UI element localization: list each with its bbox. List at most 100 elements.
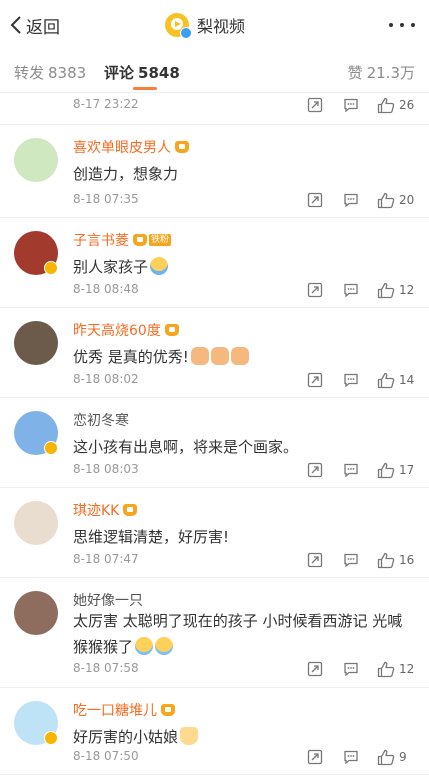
tab-comments[interactable]: 评论 5848	[104, 62, 180, 83]
comment-text-content: 别人家孩子	[73, 258, 149, 276]
vip-crown-icon	[133, 234, 147, 246]
thumbs-up-icon	[377, 282, 395, 298]
comment-time: 8-18 07:58	[73, 661, 139, 675]
share-icon	[307, 552, 323, 568]
comment-text-content: 创造力，想象力	[73, 165, 179, 183]
like-count: 17	[399, 463, 415, 477]
like-count: 14	[399, 373, 415, 387]
thumbs-up-icon	[377, 552, 395, 568]
share-button[interactable]	[307, 659, 323, 679]
comment-text-content: 好厉害的小姑娘	[73, 728, 179, 746]
verified-badge-icon	[44, 731, 58, 745]
comment-author[interactable]: 昨天高烧60度	[73, 320, 179, 340]
like-count: 16	[399, 553, 415, 567]
pear-video-logo-icon	[165, 13, 192, 39]
thumbs-up-icon	[377, 372, 395, 388]
tab-repost[interactable]: 转发 8383	[14, 62, 86, 83]
comment-list: 8-17 23:22 26 喜欢单眼皮男人 创造力，想象力 8-18 07:35 …	[0, 93, 429, 775]
tab-comments-label: 评论	[104, 64, 135, 82]
comment-meta: 8-18 07:35 20	[73, 190, 414, 210]
comment-author-name: 恋初冬寒	[73, 413, 129, 429]
back-label: 返回	[26, 17, 60, 38]
comment-text: 别人家孩子	[73, 256, 169, 277]
comment-item[interactable]: 喜欢单眼皮男人 创造力，想象力 8-18 07:35 20	[0, 125, 429, 218]
like-button[interactable]: 14	[377, 370, 414, 390]
laugh-emoji-icon	[155, 637, 174, 655]
reply-button[interactable]	[343, 280, 359, 300]
comment-reply-icon	[344, 193, 358, 208]
tab-likes[interactable]: 赞 21.3万	[348, 62, 415, 83]
comment-text: 太厉害 太聪明了现在的孩子 小时候看西游记 光喊猴猴猴了	[73, 608, 413, 660]
reply-button[interactable]	[343, 747, 359, 767]
verified-badge-icon	[180, 27, 192, 39]
like-button[interactable]: 26	[377, 95, 414, 115]
vip-crown-icon	[161, 704, 175, 716]
avatar[interactable]	[14, 321, 58, 365]
comment-item[interactable]: 吃一口糖堆儿好厉害的小姑娘 8-18 07:50 9	[0, 688, 429, 775]
comment-text-content: 这小孩有出息啊，将来是个画家。	[73, 438, 299, 456]
reply-button[interactable]	[343, 659, 359, 679]
like-button[interactable]: 16	[377, 550, 414, 570]
share-icon	[307, 282, 323, 298]
comment-meta: 8-18 07:50 9	[73, 747, 413, 767]
like-button[interactable]: 20	[377, 190, 414, 210]
reply-button[interactable]	[343, 550, 359, 570]
comment-meta: 8-18 08:02 14	[73, 370, 414, 390]
like-button[interactable]: 9	[377, 747, 407, 767]
reply-button[interactable]	[343, 370, 359, 390]
comment-author[interactable]: 喜欢单眼皮男人	[73, 137, 189, 157]
comment-item[interactable]: 恋初冬寒 这小孩有出息啊，将来是个画家。 8-18 08:03 17	[0, 398, 429, 488]
comment-author-name: 吃一口糖堆儿	[73, 703, 157, 719]
comment-item[interactable]: 8-17 23:22 26	[0, 93, 429, 125]
reply-button[interactable]	[343, 95, 359, 115]
thumbs-up-icon	[377, 462, 395, 478]
comment-item[interactable]: 她好像一只 太厉害 太聪明了现在的孩子 小时候看西游记 光喊猴猴猴了 8-18 0…	[0, 578, 429, 688]
avatar[interactable]	[14, 138, 58, 182]
comment-meta: 8-18 07:47 16	[73, 550, 414, 570]
comment-reply-icon	[344, 98, 358, 113]
comment-time: 8-18 07:35	[73, 192, 139, 206]
comment-time: 8-18 08:02	[73, 372, 139, 386]
comment-author[interactable]: 吃一口糖堆儿	[73, 700, 175, 720]
share-button[interactable]	[307, 747, 323, 767]
comment-time: 8-18 07:47	[73, 552, 139, 566]
comment-item[interactable]: 昨天高烧60度 优秀 是真的优秀! 8-18 08:02 14	[0, 308, 429, 398]
comment-item[interactable]: 子言书菱 铁粉 别人家孩子 8-18 08:48 12	[0, 218, 429, 308]
comment-author-name: 子言书菱	[73, 233, 129, 249]
comment-text-content: 优秀 是真的优秀!	[73, 348, 189, 366]
reply-button[interactable]	[343, 190, 359, 210]
like-button[interactable]: 12	[377, 280, 414, 300]
vip-crown-icon	[123, 504, 138, 516]
comment-author[interactable]: 琪迹KK	[73, 500, 138, 520]
avatar[interactable]	[14, 501, 58, 545]
comment-author-name: 她好像一只	[73, 593, 143, 609]
comment-item[interactable]: 琪迹KK 思维逻辑清楚，好厉害! 8-18 07:47 16	[0, 488, 429, 578]
share-icon	[307, 749, 323, 765]
comment-author[interactable]: 她好像一只	[73, 590, 143, 610]
like-button[interactable]: 17	[377, 460, 414, 480]
reply-button[interactable]	[343, 460, 359, 480]
clap-emoji-icon	[230, 347, 249, 365]
like-count: 20	[399, 193, 415, 207]
more-dots-icon[interactable]	[389, 21, 415, 29]
share-button[interactable]	[307, 280, 323, 300]
share-button[interactable]	[307, 190, 323, 210]
tab-comments-count: 5848	[138, 64, 180, 82]
share-button[interactable]	[307, 370, 323, 390]
share-button[interactable]	[307, 550, 323, 570]
account-header[interactable]: 梨视频	[165, 11, 245, 39]
laugh-emoji-icon	[135, 637, 154, 655]
tab-repost-label: 转发	[14, 64, 45, 82]
comment-time: 8-17 23:22	[73, 97, 139, 111]
comment-reply-icon	[344, 463, 358, 478]
avatar[interactable]	[14, 591, 58, 635]
like-button[interactable]: 12	[377, 659, 414, 679]
back-button[interactable]: 返回	[10, 13, 60, 38]
clap-emoji-icon	[210, 347, 229, 365]
share-button[interactable]	[307, 95, 323, 115]
comment-text: 这小孩有出息啊，将来是个画家。	[73, 436, 298, 457]
tab-bar: 转发 8383 评论 5848 赞 21.3万	[0, 52, 429, 92]
comment-author[interactable]: 恋初冬寒	[73, 410, 129, 430]
comment-author[interactable]: 子言书菱 铁粉	[73, 230, 172, 250]
share-button[interactable]	[307, 460, 323, 480]
